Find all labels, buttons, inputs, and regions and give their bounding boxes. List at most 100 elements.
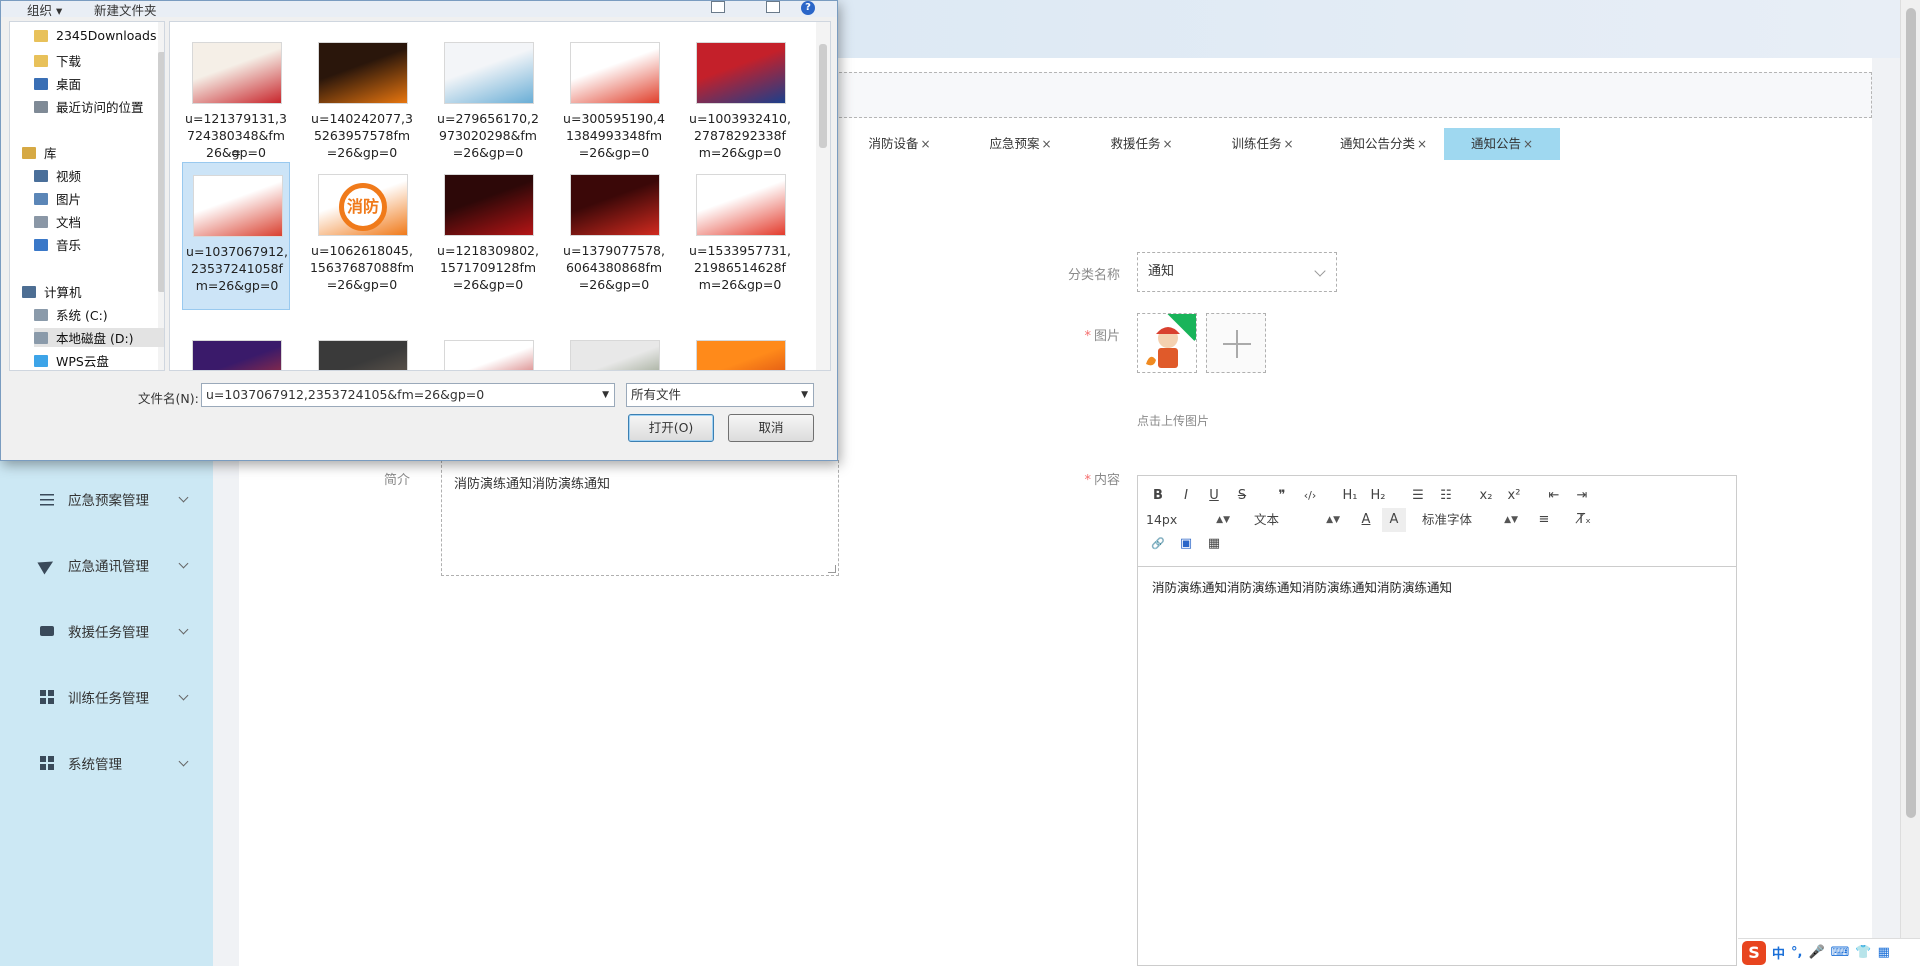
- nav-item[interactable]: 下载: [34, 51, 81, 70]
- outdent-button[interactable]: ⇤: [1542, 484, 1566, 508]
- nav-item[interactable]: 图片: [34, 189, 81, 208]
- intro-textarea[interactable]: 消防演练通知消防演练通知: [441, 460, 839, 576]
- font-family-select[interactable]: 标准字体 ▲▼: [1422, 508, 1518, 532]
- open-button[interactable]: 打开(O): [628, 414, 714, 442]
- new-folder-button[interactable]: 新建文件夹: [94, 0, 157, 19]
- organize-menu[interactable]: 组织 ▾: [27, 0, 62, 19]
- strike-button[interactable]: S: [1230, 484, 1254, 508]
- font-size-select[interactable]: 14px ▲▼: [1146, 508, 1230, 532]
- block-format-select[interactable]: 文本 ▲▼: [1254, 508, 1340, 532]
- bg-color-button[interactable]: A: [1382, 508, 1406, 532]
- nav-item[interactable]: 最近访问的位置: [34, 97, 144, 116]
- link-icon[interactable]: 🔗: [1146, 532, 1170, 556]
- file-item[interactable]: u=279656170,2 973020298&fm =26&gp=0: [434, 30, 542, 178]
- h2-button[interactable]: H₂: [1366, 484, 1390, 508]
- tab-fire-equipment[interactable]: 消防设备 ×: [839, 128, 960, 160]
- close-icon[interactable]: ×: [920, 137, 930, 151]
- file-item[interactable]: u=1533957731, 21986514628f m=26&gp=0: [686, 162, 794, 310]
- close-icon[interactable]: ×: [1417, 137, 1427, 151]
- superscript-button[interactable]: x²: [1502, 484, 1526, 508]
- bullet-list-button[interactable]: ☷: [1434, 484, 1458, 508]
- help-icon[interactable]: ?: [801, 1, 815, 15]
- clear-format-button[interactable]: T̸ₓ: [1572, 508, 1596, 532]
- file-scrollbar[interactable]: [816, 22, 830, 370]
- nav-item[interactable]: 系统 (C:): [34, 305, 108, 324]
- keyboard-icon[interactable]: ⌨: [1831, 945, 1850, 960]
- category-select[interactable]: 通知: [1137, 252, 1337, 292]
- tab-training-task[interactable]: 训练任务 ×: [1202, 128, 1323, 160]
- ime-menu-icon[interactable]: ▦: [1878, 945, 1890, 960]
- close-icon[interactable]: ×: [1162, 137, 1172, 151]
- sidebar-item-emergency-plan[interactable]: 应急预案管理: [40, 487, 189, 511]
- tab-rescue-task[interactable]: 救援任务 ×: [1081, 128, 1202, 160]
- nav-item[interactable]: 音乐: [34, 235, 81, 254]
- scrollbar-thumb[interactable]: [1906, 8, 1916, 818]
- file-item[interactable]: u=300595190,4 1384993348fm =26&gp=0: [560, 30, 668, 178]
- font-color-button[interactable]: A: [1354, 508, 1378, 532]
- nav-item-label: 下载: [56, 54, 82, 69]
- file-type-select[interactable]: 所有文件 ▼: [626, 383, 814, 407]
- nav-scrollbar[interactable]: [158, 22, 164, 370]
- nav-item[interactable]: 文档: [34, 212, 81, 231]
- resize-handle[interactable]: [828, 565, 836, 573]
- file-item[interactable]: [308, 318, 416, 370]
- image-upload-button[interactable]: [1206, 313, 1266, 373]
- code-button[interactable]: ‹/›: [1298, 484, 1322, 508]
- nav-item[interactable]: WPS云盘: [34, 351, 109, 370]
- chevron-down-icon: [178, 624, 189, 634]
- align-button[interactable]: ≡: [1532, 508, 1556, 532]
- file-item[interactable]: [686, 318, 794, 370]
- file-item[interactable]: u=121379131,3 724380348&fm= 26&gp=0: [182, 30, 290, 178]
- nav-item[interactable]: 视频: [34, 166, 81, 185]
- underline-button[interactable]: U: [1202, 484, 1226, 508]
- file-item[interactable]: u=1037067912, 23537241058f m=26&gp=0: [182, 162, 290, 310]
- close-icon[interactable]: ×: [1283, 137, 1293, 151]
- image-icon[interactable]: ▣: [1174, 532, 1198, 556]
- nav-item[interactable]: 桌面: [34, 74, 81, 93]
- file-item[interactable]: [182, 318, 290, 370]
- file-item[interactable]: [560, 318, 668, 370]
- close-icon[interactable]: ×: [1041, 137, 1051, 151]
- filename-input[interactable]: u=1037067912,2353724105&fm=26&gp=0 ▼: [201, 383, 615, 407]
- editor-content[interactable]: 消防演练通知消防演练通知消防演练通知消防演练通知: [1138, 567, 1736, 606]
- sogou-logo-icon[interactable]: S: [1742, 940, 1766, 965]
- nav-item[interactable]: 计算机: [22, 282, 82, 301]
- blockquote-button[interactable]: ❞: [1270, 484, 1294, 508]
- ordered-list-button[interactable]: ☰: [1406, 484, 1430, 508]
- skin-icon[interactable]: 👕: [1855, 945, 1871, 960]
- nav-item[interactable]: 2345Downloads: [34, 28, 156, 43]
- italic-button[interactable]: I: [1174, 484, 1198, 508]
- file-item[interactable]: u=1003932410, 27878292338f m=26&gp=0: [686, 30, 794, 178]
- video-icon[interactable]: ▦: [1202, 532, 1226, 556]
- page-scrollbar[interactable]: [1900, 0, 1920, 966]
- file-scrollbar-thumb[interactable]: [819, 44, 827, 148]
- dropdown-arrow-icon[interactable]: ▼: [602, 384, 609, 406]
- ime-punctuation-icon[interactable]: °,: [1791, 945, 1802, 960]
- nav-item[interactable]: 库: [22, 143, 57, 162]
- bold-button[interactable]: B: [1146, 484, 1170, 508]
- ime-language-icon[interactable]: 中: [1772, 943, 1785, 962]
- file-item[interactable]: u=1218309802, 1571709128fm =26&gp=0: [434, 162, 542, 310]
- file-item[interactable]: 消防 u=1062618045, 15637687088fm =26&gp=0: [308, 162, 416, 310]
- sidebar-item-rescue-task[interactable]: 救援任务管理: [40, 619, 189, 643]
- sidebar-item-system[interactable]: 系统管理: [40, 751, 189, 775]
- microphone-icon[interactable]: 🎤: [1808, 945, 1824, 960]
- sidebar-item-emergency-comm[interactable]: 应急通讯管理: [37, 553, 189, 577]
- subscript-button[interactable]: x₂: [1474, 484, 1498, 508]
- indent-button[interactable]: ⇥: [1570, 484, 1594, 508]
- preview-pane-icon[interactable]: [766, 1, 780, 13]
- sidebar-item-training-task[interactable]: 训练任务管理: [40, 685, 189, 709]
- tab-notice-category[interactable]: 通知公告分类 ×: [1323, 128, 1444, 160]
- cancel-button[interactable]: 取消: [728, 414, 814, 442]
- h1-button[interactable]: H₁: [1338, 484, 1362, 508]
- nav-scrollbar-thumb[interactable]: [158, 52, 164, 292]
- file-item[interactable]: u=1379077578, 6064380868fm =26&gp=0: [560, 162, 668, 310]
- uploaded-image-thumbnail[interactable]: [1137, 313, 1197, 373]
- view-options-icon[interactable]: [711, 1, 725, 13]
- nav-item[interactable]: 本地磁盘 (D:): [34, 328, 164, 347]
- close-icon[interactable]: ×: [1523, 137, 1533, 151]
- file-item[interactable]: [434, 318, 542, 370]
- tab-emergency-plan[interactable]: 应急预案 ×: [960, 128, 1081, 160]
- file-item[interactable]: u=140242077,3 5263957578fm =26&gp=0: [308, 30, 416, 178]
- tab-notice[interactable]: 通知公告 ×: [1444, 128, 1560, 160]
